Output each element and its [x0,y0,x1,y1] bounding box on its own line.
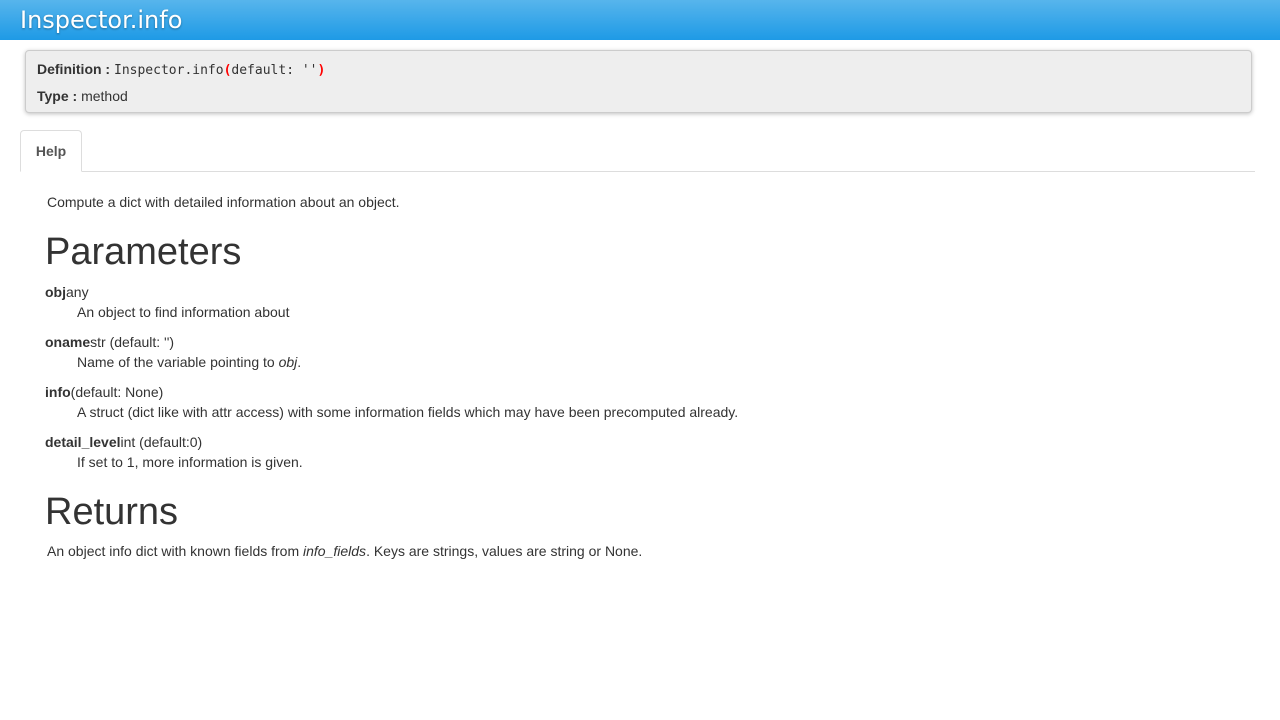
param-name: detail_level [45,434,121,450]
param-obj-description: An object to find information about [77,304,290,320]
type-label: Type : [37,88,78,104]
definition-args: default: '' [231,63,318,78]
returns-suffix: . Keys are strings, values are string or… [366,543,643,559]
title-bar: Inspector.info [0,0,1280,40]
window-title: Inspector.info [20,6,183,34]
tab-divider [20,171,1255,172]
param-name: obj [45,284,66,300]
definition-name: Inspector.info [114,63,224,78]
param-type: any [66,284,89,300]
param-name: oname [45,334,91,350]
returns-description: An object info dict with known fields fr… [47,541,642,561]
help-summary: Compute a dict with detailed information… [47,194,400,210]
param-detail-level-description: If set to 1, more information is given. [77,454,303,470]
definition-label: Definition : [37,61,111,77]
param-description-emphasis: obj [278,354,298,370]
definition-row: Definition : Inspector.info(default: '') [37,61,325,79]
definition-close-paren: ) [317,63,326,78]
param-type: int (default:0) [120,434,203,450]
param-type: str (default: '') [90,334,175,350]
definition-panel: Definition : Inspector.info(default: '')… [25,50,1252,113]
param-detail-level-signature: detail_levelint (default:0) [45,432,202,452]
type-row: Type : method [37,88,128,105]
param-oname-signature: onamestr (default: '') [45,332,174,352]
param-obj-signature: objany [45,282,89,302]
param-info-signature: info(default: None) [45,382,163,402]
param-name: info [45,384,71,400]
param-type: (default: None) [70,384,164,400]
param-description-suffix: . [297,354,302,370]
returns-text: An object info dict with known fields fr… [47,543,304,559]
type-value: method [81,88,128,104]
tab-help[interactable]: Help [20,130,82,172]
param-info-description: A struct (dict like with attr access) wi… [77,404,739,420]
returns-heading: Returns [45,491,179,533]
parameters-heading: Parameters [45,231,242,273]
param-description-text: Name of the variable pointing to [77,354,279,370]
param-oname-description: Name of the variable pointing to obj. [77,352,301,372]
returns-emphasis: info_fields [303,543,367,559]
